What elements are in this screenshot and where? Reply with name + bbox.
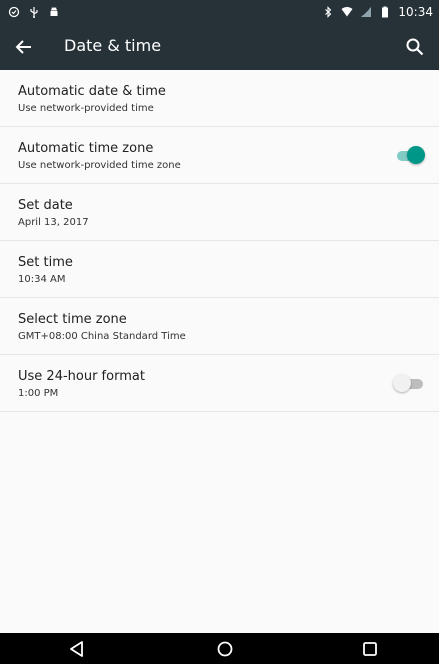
status-right-icons: 10:34 bbox=[322, 3, 433, 21]
setting-summary: Use network-provided time bbox=[18, 103, 154, 114]
status-time: 10:34 bbox=[398, 5, 433, 19]
toggle-thumb bbox=[393, 374, 411, 392]
setting-title: Automatic date & time bbox=[18, 84, 166, 99]
battery-icon bbox=[382, 6, 389, 18]
setting-title: Set time bbox=[18, 255, 73, 270]
setting-summary: 10:34 AM bbox=[18, 274, 66, 285]
setting-set-date[interactable]: Set date April 13, 2017 bbox=[0, 184, 439, 241]
recents-square-icon[interactable] bbox=[359, 638, 381, 660]
setting-set-time[interactable]: Set time 10:34 AM bbox=[0, 241, 439, 298]
usb-icon bbox=[30, 7, 38, 18]
setting-summary: GMT+08:00 China Standard Time bbox=[18, 331, 186, 342]
setting-automatic-date-time[interactable]: Automatic date & time Use network-provid… bbox=[0, 70, 439, 127]
toolbar: Date & time bbox=[0, 24, 439, 70]
settings-list: Automatic date & time Use network-provid… bbox=[0, 70, 439, 412]
setting-use-24-hour-format[interactable]: Use 24-hour format 1:00 PM bbox=[0, 355, 439, 412]
use-24-hour-format-toggle[interactable] bbox=[393, 374, 423, 392]
status-bar: 10:34 bbox=[0, 0, 439, 24]
setting-summary: 1:00 PM bbox=[18, 388, 59, 399]
navigation-bar bbox=[0, 633, 439, 664]
toggle-thumb bbox=[407, 146, 425, 164]
home-circle-icon[interactable] bbox=[214, 638, 236, 660]
setting-select-time-zone[interactable]: Select time zone GMT+08:00 China Standar… bbox=[0, 298, 439, 355]
android-icon bbox=[50, 7, 58, 16]
setting-title: Use 24-hour format bbox=[18, 369, 145, 384]
setting-title: Automatic time zone bbox=[18, 141, 154, 156]
page-title: Date & time bbox=[64, 36, 162, 55]
arrow-left-icon[interactable] bbox=[12, 35, 36, 59]
bluetooth-icon bbox=[325, 6, 332, 18]
setting-title: Set date bbox=[18, 198, 73, 213]
search-icon[interactable] bbox=[403, 35, 427, 59]
setting-automatic-time-zone[interactable]: Automatic time zone Use network-provided… bbox=[0, 127, 439, 184]
wifi-icon bbox=[341, 7, 353, 17]
notification-icon bbox=[8, 6, 20, 18]
setting-title: Select time zone bbox=[18, 312, 127, 327]
signal-icon bbox=[361, 7, 372, 17]
setting-summary: April 13, 2017 bbox=[18, 217, 89, 228]
automatic-time-zone-toggle[interactable] bbox=[393, 146, 425, 164]
back-triangle-icon[interactable] bbox=[66, 638, 88, 660]
setting-summary: Use network-provided time zone bbox=[18, 160, 181, 171]
status-left-icons bbox=[8, 3, 60, 21]
